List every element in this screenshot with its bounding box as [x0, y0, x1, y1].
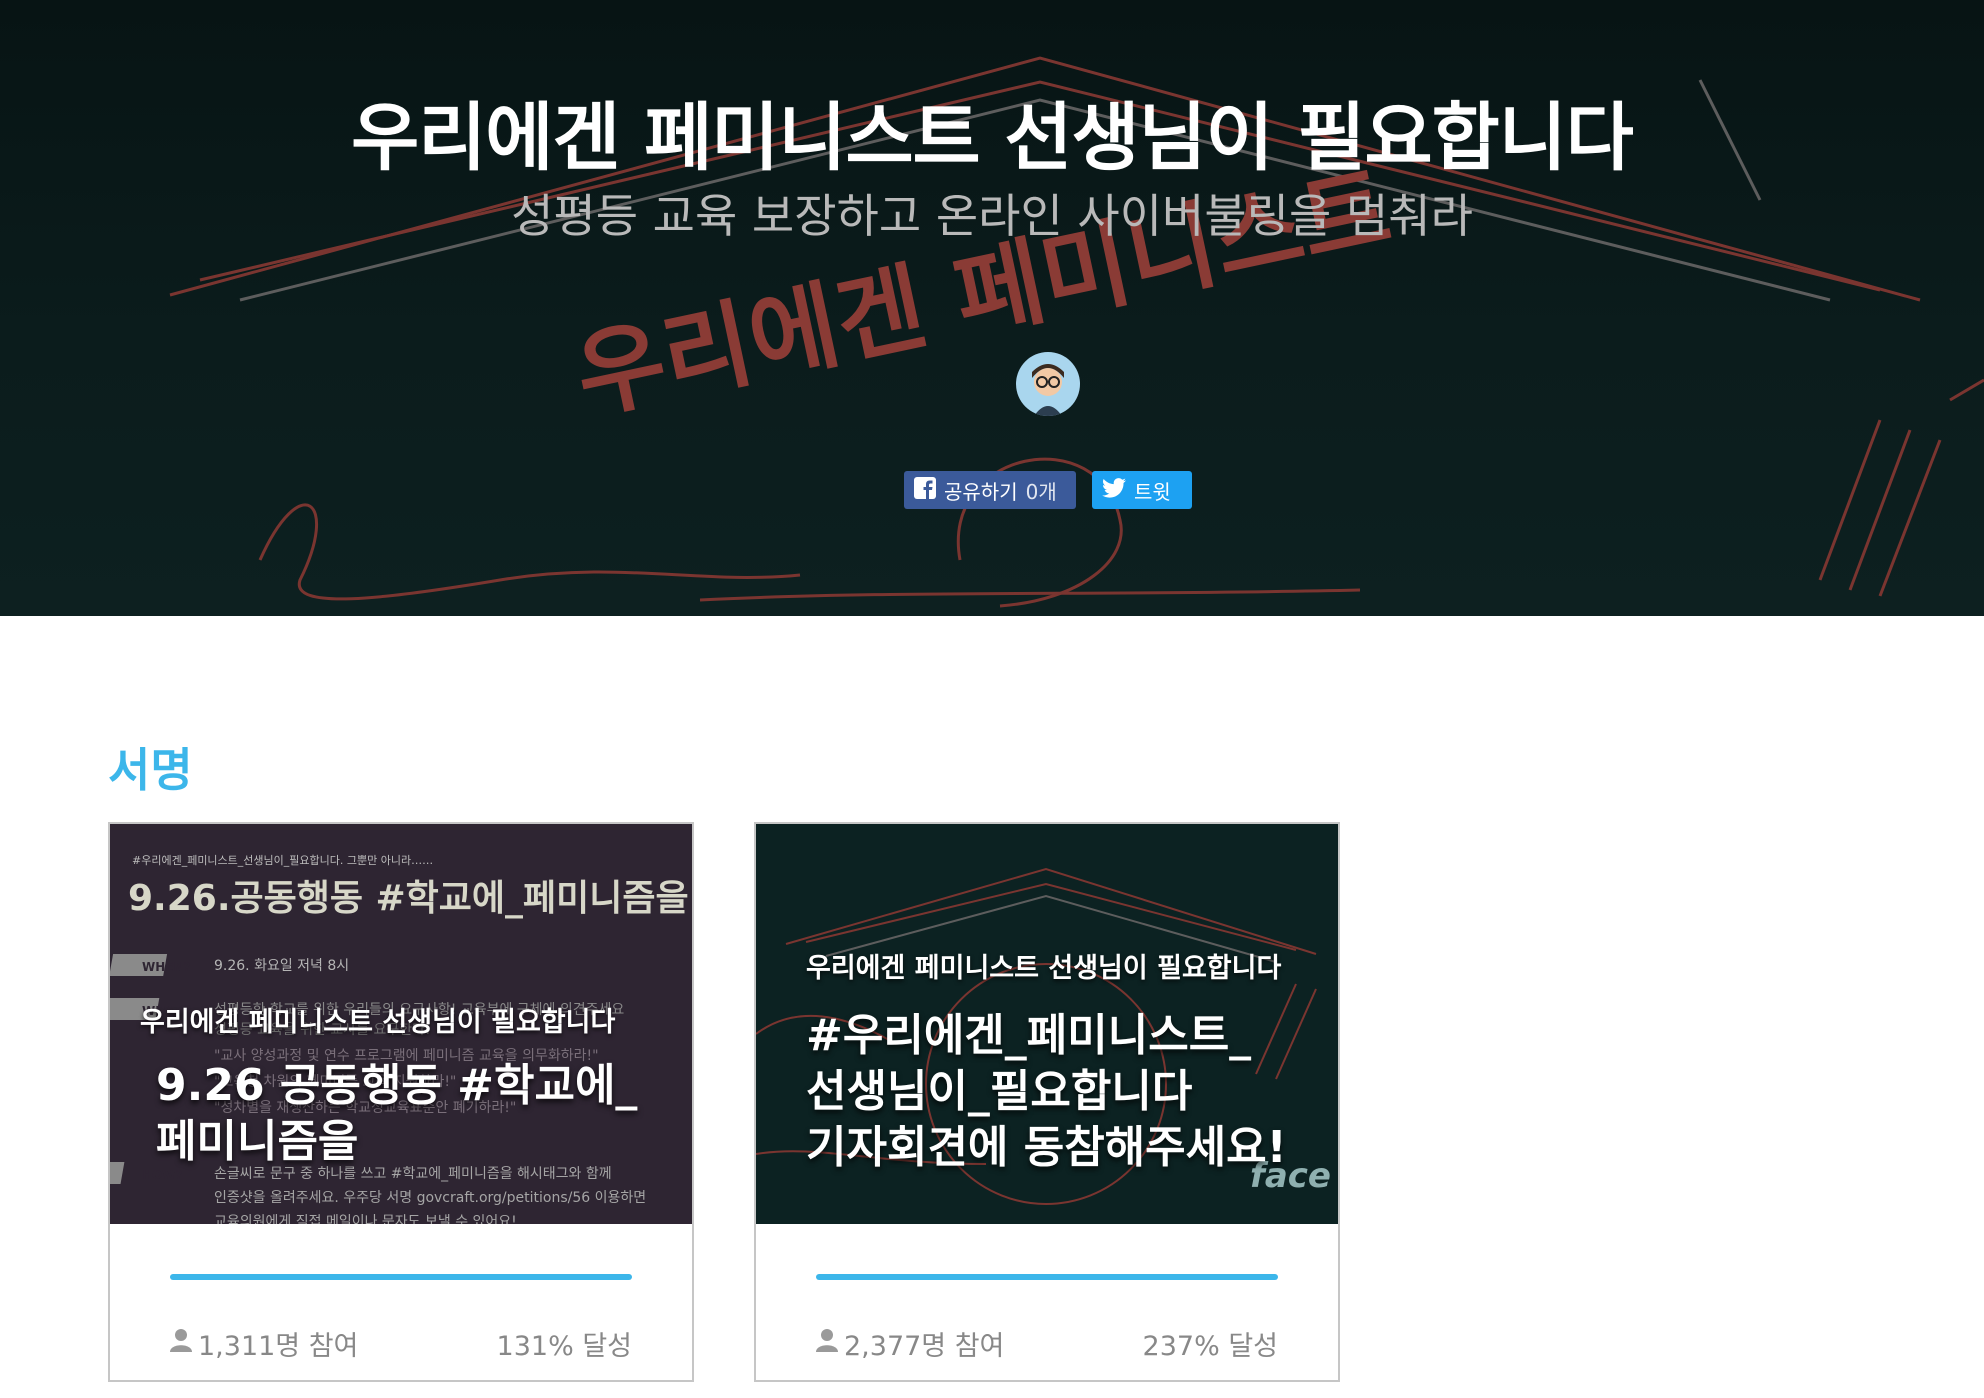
petition-card[interactable]: face 우리에겐 페미니스트 선생님이 필요합니다 #우리에겐_페미니스트_ …	[754, 822, 1340, 1382]
petition-card[interactable]: #우리에겐_페미니스트_선생님이_필요합니다. 그뿐만 아니라…… 9.26.공…	[108, 822, 694, 1382]
petition-thumbnail: face 우리에겐 페미니스트 선생님이 필요합니다 #우리에겐_페미니스트_ …	[756, 824, 1338, 1224]
page-subtitle: 성평등 교육 보장하고 온라인 사이버불링을 멈춰라	[511, 189, 1473, 243]
person-icon	[170, 1328, 192, 1359]
hero-banner: 우리에겐 페미니스트 우리에겐 페미니스트 선생님이 필요합니다 성평등 교육 …	[0, 0, 1984, 616]
progress-fill	[170, 1274, 632, 1280]
poster-how-text-2: 인증샷을 올려주세요. 우주당 서명 govcraft.org/petition…	[214, 1190, 646, 1206]
achievement-rate: 131% 달성	[496, 1331, 632, 1362]
page-title: 우리에겐 페미니스트 선생님이 필요합니다	[351, 95, 1634, 181]
card-label: 우리에겐 페미니스트 선생님이 필요합니다	[806, 953, 1282, 984]
card-stats: 2,377명 참여 237% 달성	[756, 1226, 1338, 1380]
progress-fill	[816, 1274, 1278, 1280]
twitter-share-label: 트윗	[1134, 479, 1171, 504]
facebook-share-button[interactable]: 공유하기 0개	[904, 471, 1076, 509]
petition-thumbnail: #우리에겐_페미니스트_선생님이_필요합니다. 그뿐만 아니라…… 9.26.공…	[110, 824, 692, 1224]
card-label: 우리에겐 페미니스트 선생님이 필요합니다	[140, 1007, 616, 1038]
poster-when-tag: WHEN?	[142, 960, 191, 974]
facebook-share-label: 공유하기	[944, 479, 1018, 504]
participants-count: 1,311명 참여	[170, 1324, 358, 1363]
card-stats: 1,311명 참여 131% 달성	[110, 1226, 692, 1380]
poster-kicker: #우리에겐_페미니스트_선생님이_필요합니다. 그뿐만 아니라……	[132, 854, 433, 867]
card-title[interactable]: 9.26 공동행동 #학교에_ 페미니즘을	[156, 1058, 637, 1170]
twitter-icon	[1102, 477, 1126, 503]
twitter-share-button[interactable]: 트윗	[1092, 471, 1192, 509]
avatar-illustration-icon	[1032, 364, 1064, 416]
progress-bar	[816, 1274, 1278, 1280]
person-icon	[816, 1328, 838, 1359]
card-title[interactable]: #우리에겐_페미니스트_ 선생님이_필요합니다 기자회견에 동참해주세요!	[806, 1008, 1287, 1176]
facebook-icon	[914, 476, 936, 504]
poster-how-text-3: 교육의원에게 직접 메일이나 문자도 보낼 수 있어요!	[214, 1214, 517, 1224]
poster-headline: 9.26.공동행동 #학교에_페미니즘을	[128, 878, 689, 919]
section-title: 서명	[108, 743, 193, 797]
participants-count: 2,377명 참여	[816, 1324, 1004, 1363]
achievement-rate: 237% 달성	[1142, 1331, 1278, 1362]
facebook-share-count: 0개	[1025, 479, 1057, 504]
poster-when-text: 9.26. 화요일 저녁 8시	[214, 958, 349, 974]
poster-how-tag: HOW?	[142, 1168, 182, 1182]
avatar[interactable]	[1016, 352, 1080, 416]
participants-text: 1,311명 참여	[198, 1331, 359, 1362]
participants-text: 2,377명 참여	[844, 1331, 1005, 1362]
progress-bar	[170, 1274, 632, 1280]
